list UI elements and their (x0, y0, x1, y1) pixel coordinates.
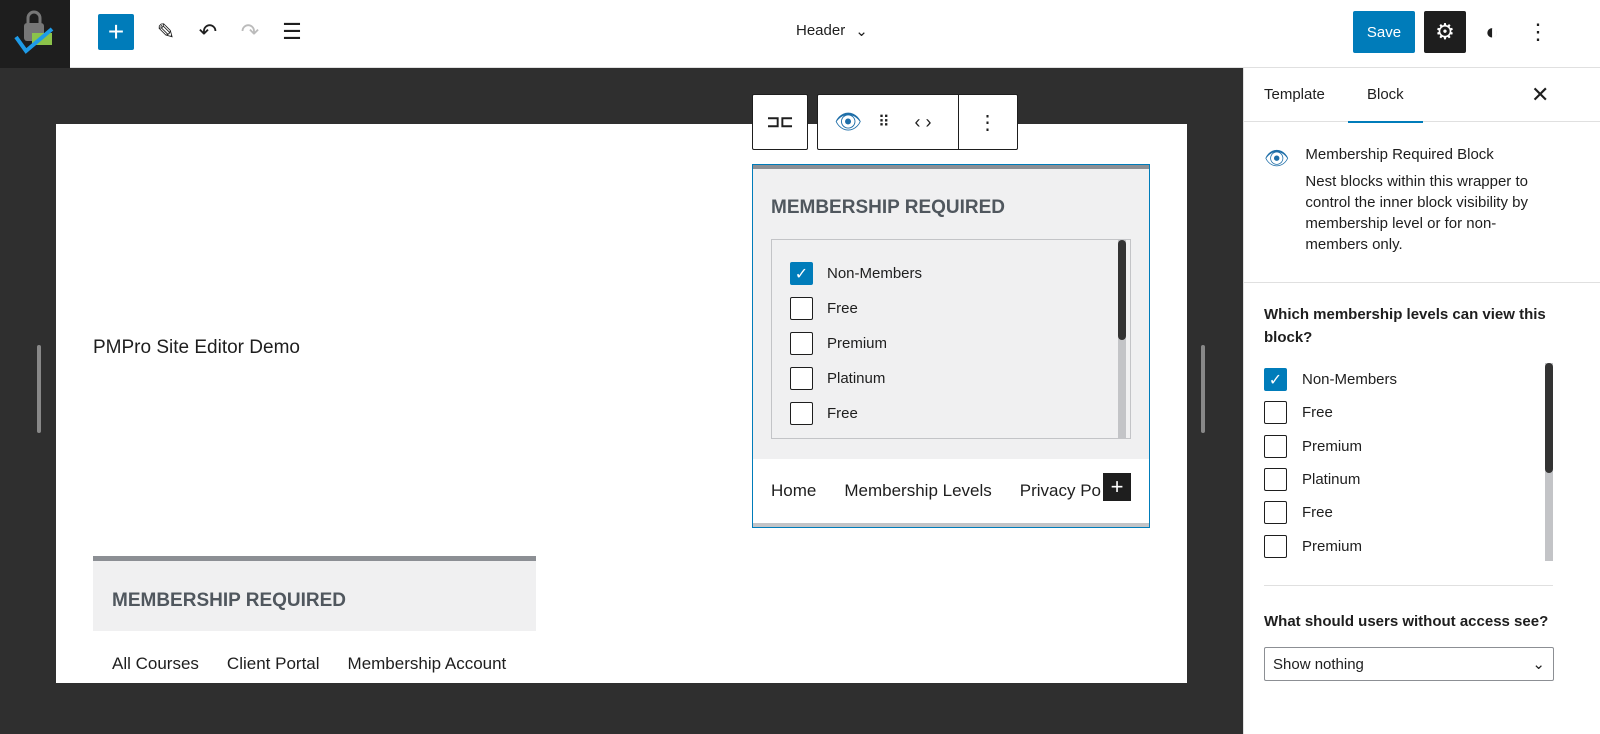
more-options-icon[interactable]: ⋮ (958, 95, 1016, 149)
top-toolbar: + ✎ ↶ ↷ ☰ Header ⌄ Save ⚙ ◐ ⋮ (0, 0, 1600, 68)
nav-link[interactable]: Membership Levels (844, 481, 991, 523)
checkbox[interactable] (790, 297, 813, 320)
nav-link[interactable]: Client Portal (227, 654, 320, 674)
membership-required-block-selected[interactable]: MEMBERSHIP REQUIRED ✓ Non-Members Free Prem… (752, 164, 1150, 528)
nav-link[interactable]: Home (771, 481, 816, 523)
no-access-select[interactable]: Show nothing ⌄ (1264, 647, 1554, 681)
level-label: Free (827, 405, 858, 422)
level-option[interactable]: Platinum (790, 361, 1130, 396)
checkbox[interactable]: ✓ (1264, 368, 1287, 392)
level-label: Free (1302, 504, 1333, 522)
checkbox[interactable] (790, 332, 813, 355)
level-label: Platinum (827, 370, 886, 387)
options-button[interactable]: ⋮ (1520, 14, 1556, 50)
nav-link[interactable]: Membership Account (348, 654, 507, 674)
checkbox[interactable]: ✓ (790, 262, 813, 285)
levels-checklist: ✓ Non-Members Free Premium Platinum Free (771, 239, 1131, 439)
checkbox[interactable] (1264, 501, 1287, 525)
block-name: Membership Required Block (1305, 146, 1494, 163)
level-option[interactable]: ✓ Non-Members (790, 256, 1130, 291)
list-view-button[interactable]: ☰ (274, 14, 310, 50)
level-label: Premium (827, 335, 888, 352)
more-vertical-icon: ⋮ (1527, 19, 1549, 44)
move-arrows-icon[interactable]: ‹ › (888, 112, 958, 133)
level-label: Free (827, 300, 858, 317)
pencil-icon: ✎ (156, 19, 176, 44)
nav-link[interactable]: Privacy Po (1020, 481, 1101, 523)
block-type-icon: ⊐⊏ (766, 114, 794, 131)
checkbox[interactable] (790, 402, 813, 425)
close-sidebar-button[interactable]: ✕ (1531, 82, 1549, 108)
add-block-button[interactable]: + (98, 14, 134, 50)
edit-tool-button[interactable]: ✎ (148, 14, 184, 50)
block-title: MEMBERSHIP REQUIRED (112, 590, 347, 611)
settings-button[interactable]: ⚙ (1424, 11, 1466, 53)
logo-icon (14, 10, 54, 54)
scrollbar[interactable] (1118, 240, 1126, 438)
eye-icon[interactable]: 👁 (818, 109, 878, 135)
save-button[interactable]: Save (1353, 11, 1415, 53)
scrollbar[interactable] (1545, 363, 1553, 561)
level-option[interactable]: Free (790, 291, 1130, 326)
check-icon: ✓ (1268, 371, 1283, 389)
check-icon: ✓ (794, 265, 809, 283)
resize-handle-right[interactable] (1201, 345, 1205, 433)
levels-question: Which membership levels can view this bl… (1264, 306, 1546, 346)
level-option[interactable]: Premium (790, 326, 1130, 361)
level-option[interactable]: Free (790, 396, 1130, 431)
tab-block[interactable]: Block (1348, 68, 1423, 123)
nav-link[interactable]: All Courses (112, 654, 199, 674)
level-label: Non-Members (1302, 371, 1398, 389)
level-label: Premium (1302, 437, 1363, 455)
checkbox[interactable] (790, 367, 813, 390)
navigation: Home Membership Levels Privacy Po + (753, 459, 1149, 523)
block-title: MEMBERSHIP REQUIRED (771, 197, 1006, 218)
gear-icon: ⚙ (1435, 19, 1455, 44)
undo-button[interactable]: ↶ (190, 14, 226, 50)
settings-sidebar: Template Block ✕ 👁 Membership Required B… (1243, 68, 1600, 734)
redo-icon: ↷ (240, 19, 260, 44)
block-toolbar: 👁 ⠿ ‹ › ⋮ (817, 94, 1018, 150)
level-label: Platinum (1302, 471, 1361, 489)
drag-handle-icon[interactable]: ⠿ (878, 112, 890, 132)
chevron-down-icon: ⌄ (855, 23, 868, 40)
block-description: Nest blocks within this wrapper to contr… (1305, 173, 1528, 253)
checkbox[interactable] (1264, 434, 1287, 458)
block-parent-button[interactable]: ⊐⊏ (752, 94, 808, 150)
access-question: What should users without access see? (1264, 613, 1549, 630)
membership-required-block[interactable]: MEMBERSHIP REQUIRED (93, 556, 536, 631)
template-title-dropdown[interactable]: Header ⌄ (796, 22, 868, 40)
level-label: Non-Members (827, 265, 923, 282)
resize-handle-left[interactable] (37, 345, 41, 433)
eye-icon: 👁 (1264, 148, 1290, 170)
close-icon: ✕ (1531, 82, 1550, 107)
level-label: Premium (1302, 537, 1363, 555)
half-circle-icon: ◐ (1485, 19, 1499, 44)
select-value: Show nothing (1273, 655, 1364, 673)
list-view-icon: ☰ (282, 19, 302, 44)
add-block-inline-button[interactable]: + (1103, 473, 1131, 501)
styles-button[interactable]: ◐ (1474, 14, 1510, 50)
navigation: All Courses Client Portal Membership Accou… (112, 654, 506, 674)
checkbox[interactable] (1264, 468, 1287, 492)
tab-template[interactable]: Template (1264, 68, 1325, 122)
level-label: Free (1302, 404, 1333, 422)
chevron-down-icon: ⌄ (1532, 656, 1545, 673)
undo-icon: ↶ (198, 19, 218, 44)
checkbox[interactable] (1264, 401, 1287, 425)
template-title: Header (796, 22, 846, 39)
checkbox[interactable] (1264, 534, 1287, 558)
site-title[interactable]: PMPro Site Editor Demo (93, 337, 300, 359)
redo-button[interactable]: ↷ (232, 14, 268, 50)
pmpro-logo[interactable] (0, 0, 70, 68)
